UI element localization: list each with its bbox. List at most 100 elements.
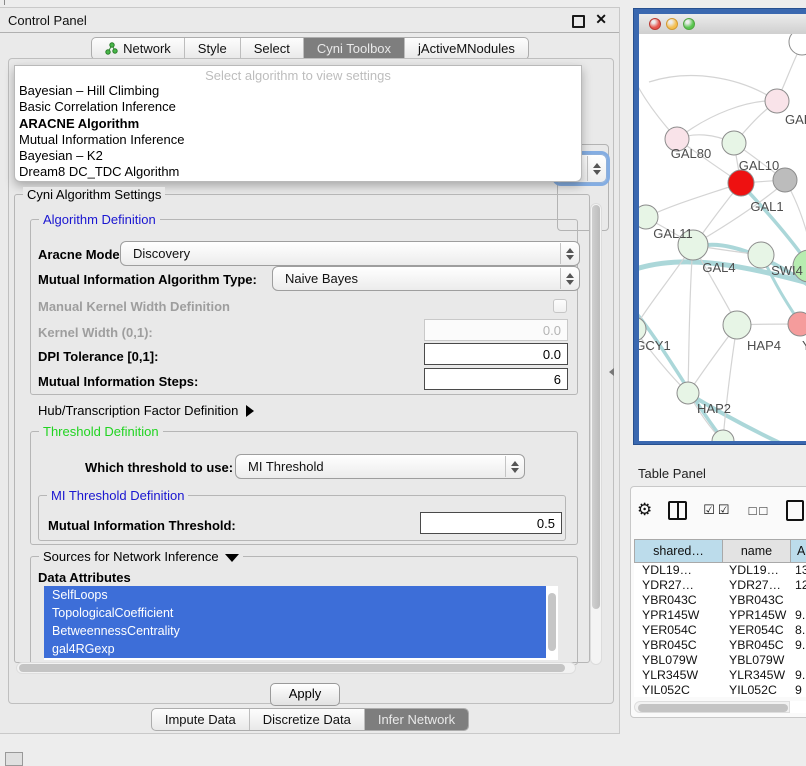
- sources-group-title[interactable]: Sources for Network Inference: [39, 549, 243, 564]
- mi-steps-field[interactable]: 6: [424, 368, 568, 390]
- column-header-next[interactable]: A: [791, 539, 806, 563]
- top-tabbar: Network Style Select Cyni Toolbox: [0, 37, 620, 60]
- table-row[interactable]: YDL19… YDL19… 13: [634, 563, 806, 578]
- dpi-tolerance-field[interactable]: 0.0: [424, 343, 568, 365]
- which-threshold-combobox[interactable]: MI Threshold: [235, 454, 525, 479]
- algorithm-option[interactable]: Mutual Information Inference: [15, 132, 581, 148]
- tab[interactable]: Impute Data: [152, 709, 249, 730]
- mac-zoom-icon[interactable]: [683, 18, 695, 30]
- network-node-label: GAL11: [653, 226, 693, 241]
- tab[interactable]: Cyni Toolbox: [303, 38, 404, 59]
- tab[interactable]: Infer Network: [364, 709, 468, 730]
- network-canvas[interactable]: GALGAL80GAL10GAL1GAL11GAL4SWI4GCY1HAP4YH…: [639, 34, 806, 441]
- select-all-icon[interactable]: ☑☑: [703, 502, 732, 518]
- algorithm-option[interactable]: Basic Correlation Inference: [15, 99, 581, 115]
- kernel-width-field[interactable]: 0.0: [424, 319, 568, 341]
- network-node-label: GCY1: [639, 338, 671, 353]
- aracne-mode-combobox[interactable]: Discovery: [120, 241, 580, 266]
- attribute-item[interactable]: BetweennessCentrality: [44, 622, 546, 640]
- network-node[interactable]: [765, 89, 789, 113]
- network-node[interactable]: [788, 312, 806, 336]
- bottom-tabbar: Impute Data Discretize Data Infer Networ…: [0, 708, 620, 731]
- mac-minimize-icon[interactable]: [666, 18, 678, 30]
- network-icon: [105, 42, 118, 55]
- cell-name: YPR145W: [723, 608, 791, 623]
- column-header-name[interactable]: name: [723, 539, 791, 563]
- tab-label: Infer Network: [378, 712, 455, 727]
- cell-name: YBL079W: [723, 653, 791, 668]
- attributes-scrollbar[interactable]: [546, 586, 558, 660]
- network-edge[interactable]: [649, 76, 777, 101]
- tab[interactable]: Select: [240, 38, 303, 59]
- network-edge[interactable]: [723, 325, 737, 440]
- tab[interactable]: Style: [184, 38, 240, 59]
- settings-hscrollbar-thumb[interactable]: [19, 664, 565, 672]
- panel-collapse-arrow-icon[interactable]: [609, 368, 614, 376]
- table-row[interactable]: YBR045C YBR045C 9.: [634, 638, 806, 653]
- close-icon[interactable]: ✕: [595, 11, 607, 28]
- chevron-right-icon: [246, 405, 254, 417]
- table-row[interactable]: YIL052C YIL052C 9: [634, 683, 806, 697]
- table-hscrollbar[interactable]: [634, 701, 804, 713]
- mac-close-icon[interactable]: [649, 18, 661, 30]
- settings-hscrollbar[interactable]: [16, 662, 576, 674]
- tab[interactable]: Network: [92, 38, 184, 59]
- top-mark: [4, 0, 5, 5]
- mi-algorithm-type-label: Mutual Information Algorithm Type:: [38, 272, 257, 287]
- control-panel: Control Panel ✕ Network Style: [0, 7, 620, 734]
- network-window-titlebar[interactable]: [639, 14, 806, 35]
- attribute-item[interactable]: gal4RGexp: [44, 640, 546, 658]
- network-node-label: GAL80: [671, 146, 711, 161]
- aracne-mode-label: Aracne Mode:: [38, 247, 124, 262]
- apply-button[interactable]: Apply: [270, 683, 340, 706]
- export-table-icon[interactable]: [786, 500, 804, 521]
- cell-name: YLR345W: [723, 668, 791, 683]
- split-panel-icon[interactable]: [668, 501, 687, 520]
- network-edge[interactable]: [639, 302, 725, 441]
- cell-name: YIL052C: [723, 683, 791, 697]
- table-row[interactable]: YBR043C YBR043C: [634, 593, 806, 608]
- network-edge[interactable]: [688, 245, 693, 392]
- settings-scrollbar[interactable]: [590, 203, 602, 665]
- network-node[interactable]: [728, 170, 754, 196]
- cell-value: 13: [791, 563, 806, 578]
- tab[interactable]: jActiveMNodules: [404, 38, 528, 59]
- column-header-shared-name[interactable]: shared…: [634, 539, 723, 563]
- tab-label: Style: [198, 41, 227, 56]
- algorithm-option[interactable]: ARACNE Algorithm: [15, 116, 581, 132]
- network-graph[interactable]: GALGAL80GAL10GAL1GAL11GAL4SWI4GCY1HAP4YH…: [639, 34, 806, 441]
- mi-algorithm-type-combobox[interactable]: Naive Bayes: [272, 266, 580, 291]
- sources-title-label: Sources for Network Inference: [43, 549, 219, 564]
- cell-name: YDL19…: [723, 563, 791, 578]
- attribute-item[interactable]: SelfLoops: [44, 586, 546, 604]
- attributes-scrollbar-thumb[interactable]: [548, 593, 556, 651]
- algorithm-option[interactable]: Bayesian – K2: [15, 148, 581, 164]
- algorithm-option[interactable]: Bayesian – Hill Climbing: [15, 83, 581, 99]
- top-tabgroup: Network Style Select Cyni Toolbox: [91, 37, 529, 60]
- settings-scrollbar-thumb[interactable]: [592, 205, 600, 609]
- table-row[interactable]: YLR345W YLR345W 9.: [634, 668, 806, 683]
- tab-label: Network: [123, 41, 171, 56]
- scrollbar-corner: [789, 701, 806, 713]
- hub-section-toggle[interactable]: Hub/Transcription Factor Definition: [38, 403, 254, 418]
- tab[interactable]: Discretize Data: [249, 709, 364, 730]
- table-row[interactable]: YPR145W YPR145W 9.: [634, 608, 806, 623]
- popup-placeholder: Select algorithm to view settings: [15, 66, 581, 83]
- mi-threshold-field[interactable]: 0.5: [420, 512, 562, 534]
- algorithm-option[interactable]: Dream8 DC_TDC Algorithm: [15, 164, 581, 180]
- table-hscrollbar-thumb[interactable]: [638, 704, 788, 712]
- table-row[interactable]: YBL079W YBL079W: [634, 653, 806, 668]
- manual-kernel-checkbox[interactable]: [553, 299, 567, 313]
- network-node[interactable]: [677, 382, 699, 404]
- network-node[interactable]: [723, 311, 751, 339]
- gear-icon[interactable]: ⚙: [637, 500, 652, 520]
- network-node[interactable]: [748, 242, 774, 268]
- table-row[interactable]: YER054C YER054C 8.: [634, 623, 806, 638]
- deselect-all-icon[interactable]: □□: [749, 503, 771, 518]
- network-node[interactable]: [722, 131, 746, 155]
- attribute-item[interactable]: TopologicalCoefficient: [44, 604, 546, 622]
- float-window-icon[interactable]: [572, 15, 585, 28]
- table-row[interactable]: YDR27… YDR27… 12: [634, 578, 806, 593]
- window-grip-icon[interactable]: [5, 752, 23, 766]
- network-node[interactable]: [789, 34, 806, 55]
